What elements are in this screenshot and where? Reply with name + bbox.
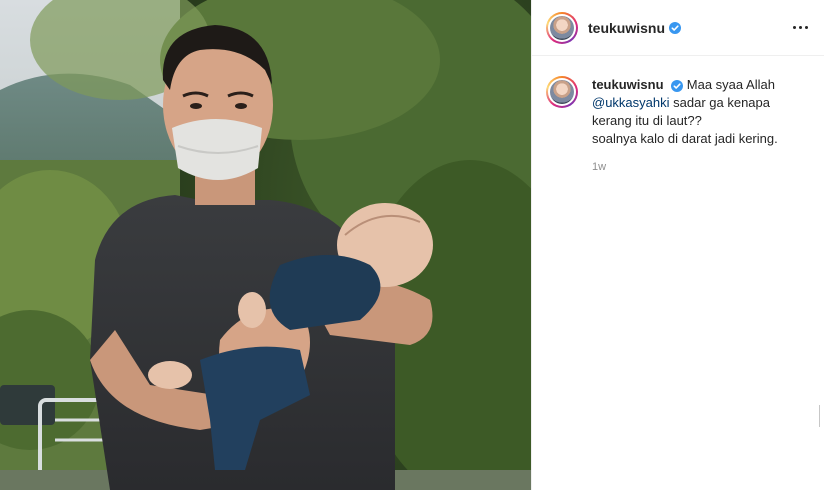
caption-body: teukuwisnu Maa syaa Allah @ukkasyahki sa… bbox=[592, 76, 810, 176]
caption-comment: teukuwisnu Maa syaa Allah @ukkasyahki sa… bbox=[532, 56, 824, 176]
caption-avatar[interactable] bbox=[546, 76, 578, 108]
caption-mention-link[interactable]: @ukkasyahki bbox=[592, 95, 670, 110]
post-side-panel: teukuwisnu teukuwisnu Maa syaa Allah @uk… bbox=[531, 0, 824, 490]
verified-badge-icon bbox=[669, 21, 682, 34]
caption-text-line3: soalnya kalo di darat jadi kering. bbox=[592, 131, 778, 146]
post-header: teukuwisnu bbox=[532, 0, 824, 56]
verified-badge-icon bbox=[671, 79, 684, 92]
caption-username[interactable]: teukuwisnu bbox=[592, 77, 664, 92]
scrollbar[interactable] bbox=[819, 405, 820, 427]
avatar-image bbox=[550, 80, 574, 104]
photo-illustration bbox=[0, 0, 531, 490]
avatar-image bbox=[550, 15, 574, 40]
post-photo[interactable] bbox=[0, 0, 531, 490]
instagram-post: teukuwisnu teukuwisnu Maa syaa Allah @uk… bbox=[0, 0, 824, 490]
user-avatar[interactable] bbox=[546, 11, 578, 44]
caption-text-line2: itu di laut?? bbox=[635, 113, 702, 128]
more-options-icon[interactable] bbox=[788, 16, 812, 40]
post-username[interactable]: teukuwisnu bbox=[588, 20, 665, 36]
caption-text-start: Maa syaa Allah bbox=[686, 77, 775, 92]
caption-timestamp[interactable]: 1w bbox=[592, 158, 810, 176]
